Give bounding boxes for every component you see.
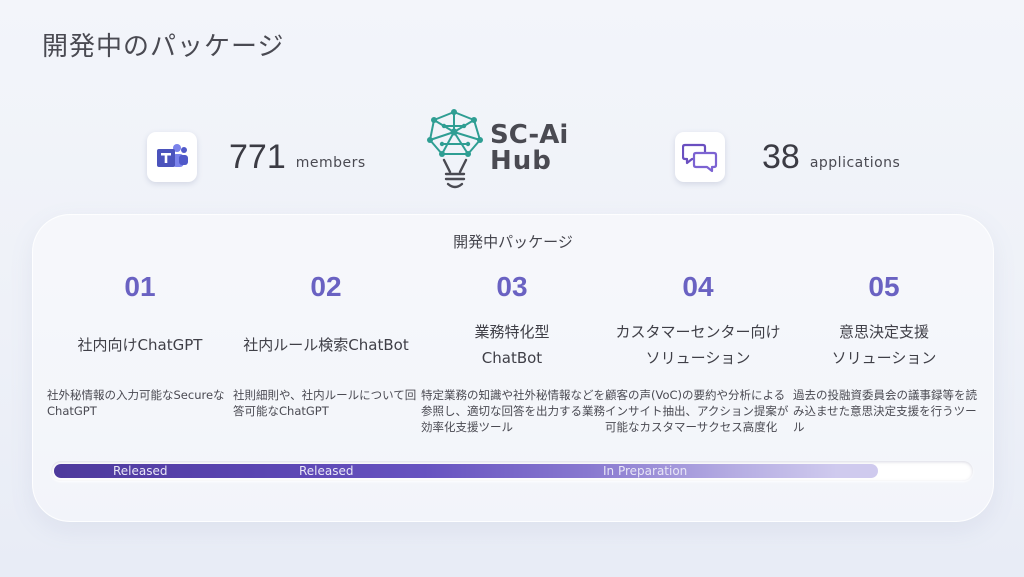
progress-label-in-preparation: In Preparation [603,464,688,478]
progress-label-released-1: Released [113,464,168,478]
package-description: 社外秘情報の入力可能なSecureなChatGPT [47,388,225,418]
logo-line1: SC-Ai [490,120,569,150]
package-name-text: カスタマーセンター向け ソリューション [615,323,781,367]
members-stat: 771 members [147,131,366,183]
package-description: 顧客の声(VoC)の要約や分析によるインサイト抽出、アクション提案が可能なカスタ… [605,388,789,434]
package-name-text: 意思決定支援 ソリューション [831,323,937,367]
package-name: 社内ルール検索ChatBot [233,319,419,371]
package-number: 04 [682,271,714,302]
package-description: 社則細則や、社内ルールについて回答可能なChatGPT [233,388,417,418]
applications-unit: applications [809,155,901,171]
slide-title: 開発中のパッケージ [42,32,285,62]
progress-fill [54,464,878,478]
package-name: 意思決定支援 ソリューション [791,319,977,371]
members-unit: members [295,155,366,171]
package-name-text: 社内ルール検索ChatBot [243,336,409,354]
package-name: カスタマーセンター向け ソリューション [605,319,791,371]
chat-bubbles-icon [675,132,725,182]
ai-lightbulb-icon [427,109,483,189]
package-number: 03 [496,271,528,302]
members-count: 771 [229,137,286,176]
package-number: 01 [124,271,156,302]
package-name-text: 社内向けChatGPT [77,336,203,354]
progress-bar: Released Released In Preparation [51,461,973,481]
package-name: 業務特化型 ChatBot [419,319,605,371]
package-name: 社内向けChatGPT [47,319,233,371]
applications-count: 38 [762,137,800,176]
package-name-text: 業務特化型 ChatBot [474,323,550,367]
sc-ai-hub-logo: SC-Ai Hub [424,106,604,192]
package-description: 過去の投融資委員会の議事録等を読み込ませた意思決定支援を行うツール [793,388,977,434]
package-description: 特定業務の知識や社外秘情報などを参照し、適切な回答を出力する業務効率化支援ツール [421,388,605,434]
teams-icon [147,132,197,182]
package-number: 05 [868,271,900,302]
progress-label-released-2: Released [299,464,354,478]
packages-panel: 開発中パッケージ 01 社内向けChatGPT 社外秘情報の入力可能なSecur… [32,214,994,522]
logo-line2: Hub [490,146,552,176]
applications-stat: 38 applications [675,131,900,183]
panel-title: 開発中パッケージ [453,233,573,251]
package-number: 02 [310,271,342,302]
